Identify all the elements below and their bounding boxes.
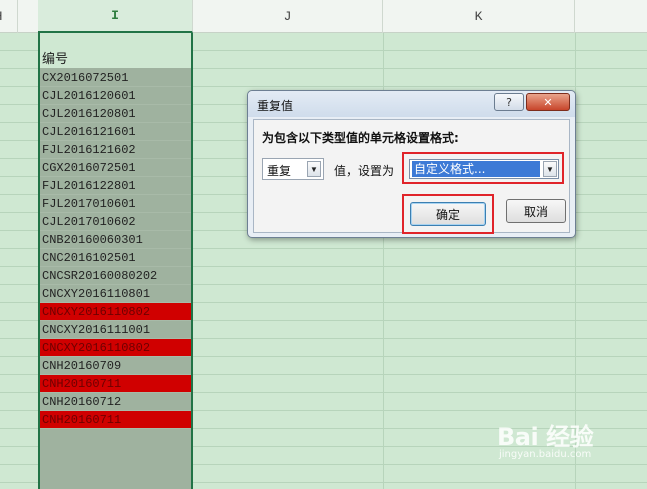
table-cell[interactable]: CNH20160712 [40,393,191,411]
watermark-logo: Bai 经验 [497,423,594,451]
highlight-box-ok: 确定 [402,194,494,234]
dialog-titlebar[interactable]: 重复值 ? ✕ [248,91,575,117]
baidu-jingyan-watermark: Bai 经验 jingyan.baidu.com [497,417,594,460]
table-cell[interactable]: CX2016072501 [40,69,191,87]
ok-button[interactable]: 确定 [410,202,486,226]
column-header-h[interactable]: H [0,0,18,33]
table-cell[interactable]: CJL2016120601 [40,87,191,105]
selected-column-i[interactable]: 编号 CX2016072501 CJL2016120601 CJL201612080… [38,33,193,489]
format-selected: 自定义格式... [412,161,540,177]
table-cell[interactable]: CNH20160709 [40,357,191,375]
table-cell[interactable]: CNC2016102501 [40,249,191,267]
duplicate-values-dialog: 重复值 ? ✕ 为包含以下类型值的单元格设置格式: 重复 ▼ 值，设置为 自定义… [247,90,576,238]
table-cell[interactable]: CNCSR20160080202 [40,267,191,285]
table-cell[interactable]: CNCXY2016110801 [40,285,191,303]
duplicate-cell[interactable]: CNCXY2016110802 [40,303,191,321]
table-cell[interactable]: FJL2016122801 [40,177,191,195]
chevron-down-icon[interactable]: ▼ [543,161,557,177]
format-label: 值，设置为 [334,164,395,178]
watermark-url: jingyan.baidu.com [499,449,592,460]
highlight-box-format: 自定义格式... ▼ [402,152,564,184]
column-header-row: H I J K [0,0,647,33]
chevron-down-icon[interactable]: ▼ [307,161,321,177]
table-cell[interactable]: CGX2016072501 [40,159,191,177]
duplicate-cell[interactable]: CNH20160711 [40,411,191,429]
format-select[interactable]: 自定义格式... ▼ [409,159,559,179]
header-cell[interactable]: 编号 [40,51,191,69]
help-button[interactable]: ? [494,93,524,111]
duplicate-cell[interactable]: CNH20160711 [40,375,191,393]
column-header-k[interactable]: K [383,0,575,33]
value-type-selected: 重复 [267,164,292,178]
dialog-body: 为包含以下类型值的单元格设置格式: 重复 ▼ 值，设置为 自定义格式... ▼ … [253,119,570,234]
duplicate-cell[interactable]: CNCXY2016110802 [40,339,191,357]
column-header-i[interactable]: I [38,0,193,33]
table-cell[interactable]: CNB20160060301 [40,231,191,249]
dialog-title: 重复值 [257,99,294,113]
cancel-button[interactable]: 取消 [506,199,566,223]
table-cell[interactable]: FJL2017010601 [40,195,191,213]
dialog-prompt: 为包含以下类型值的单元格设置格式: [262,131,459,145]
table-cell[interactable]: CJL2017010602 [40,213,191,231]
value-type-select[interactable]: 重复 ▼ [262,158,324,180]
table-cell[interactable]: CNCXY2016111001 [40,321,191,339]
close-button[interactable]: ✕ [526,93,570,111]
table-cell[interactable]: FJL2016121602 [40,141,191,159]
column-header-j[interactable]: J [193,0,383,33]
table-cell[interactable]: CJL2016120801 [40,105,191,123]
table-cell[interactable]: CJL2016121601 [40,123,191,141]
